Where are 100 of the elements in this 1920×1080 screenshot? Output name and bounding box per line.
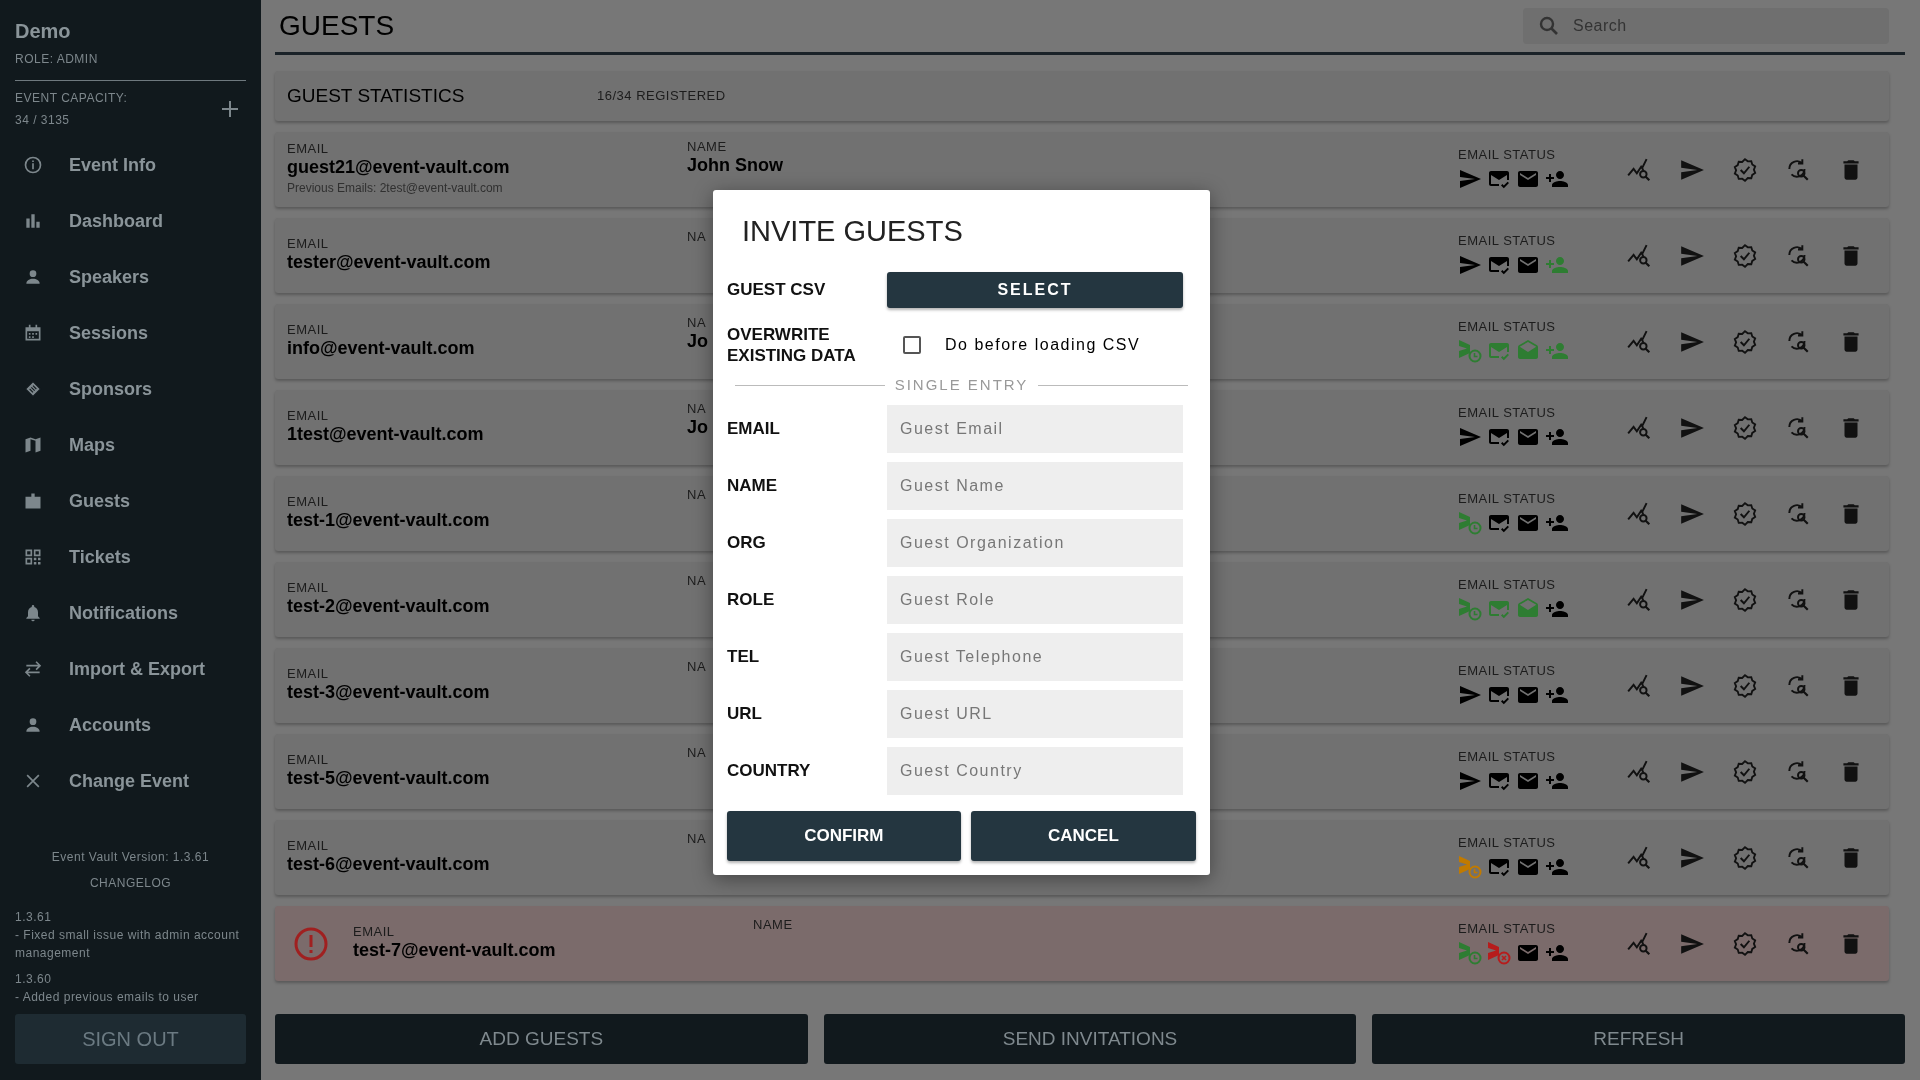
calendar-icon <box>23 323 43 343</box>
email-status-label: EMAIL STATUS <box>1458 922 1557 937</box>
role-text: ROLE: ADMIN <box>15 51 99 68</box>
analytics-search-icon <box>1625 844 1652 871</box>
sidebar-item[interactable]: Event Info <box>15 137 246 193</box>
verified-badge-icon <box>1731 414 1758 441</box>
verified-badge-icon <box>1731 242 1758 269</box>
guest-email: tester@event-vault.com <box>287 251 492 274</box>
field-label: TEL <box>727 645 761 668</box>
sidebar-item[interactable]: Guests <box>15 473 246 529</box>
analytics-search-icon <box>1625 586 1652 613</box>
guest-email: test-3@event-vault.com <box>287 681 491 704</box>
bell-icon <box>23 603 43 623</box>
sidebar-item[interactable]: Import & Export <box>15 641 246 697</box>
name-label: NA <box>687 488 707 503</box>
email-label: EMAIL <box>287 142 330 157</box>
input-field[interactable]: Guest URL <box>887 689 1183 738</box>
overwrite-checkbox[interactable] <box>903 335 921 354</box>
name-label: NAME <box>687 140 727 155</box>
capacity-value: 34 / 3135 <box>15 112 71 129</box>
sidebar-item[interactable]: Maps <box>15 417 246 473</box>
dialog-button[interactable]: CONFIRM <box>727 810 961 861</box>
field-label: EMAIL <box>727 417 781 440</box>
footer-button[interactable]: REFRESH <box>1372 1014 1905 1064</box>
email-label: EMAIL <box>287 237 330 252</box>
field-label: COUNTRY <box>727 759 812 782</box>
analytics-search-icon <box>1625 758 1652 785</box>
guest-email: test-5@event-vault.com <box>287 767 491 790</box>
analytics-search-icon <box>1625 930 1652 957</box>
person-icon <box>23 267 43 287</box>
field-label: NAME <box>727 474 779 497</box>
dialog-button[interactable]: CANCEL <box>970 810 1196 861</box>
email-label: EMAIL <box>287 581 330 596</box>
verified-badge-icon <box>1731 844 1758 871</box>
field-label: URL <box>727 702 763 725</box>
guest-name: John Snow <box>687 154 783 177</box>
footer-button[interactable]: ADD GUESTS <box>275 1014 808 1064</box>
analytics-search-icon <box>1625 500 1652 527</box>
sidebar-item[interactable]: Accounts <box>15 697 246 753</box>
version-text: Event Vault Version: 1.3.61 <box>50 849 211 866</box>
changelog-link[interactable]: CHANGELOG <box>89 876 172 890</box>
input-field[interactable]: Guest Email <box>887 404 1183 453</box>
email-status-label: EMAIL STATUS <box>1458 578 1557 593</box>
email-label: EMAIL <box>287 753 330 768</box>
sidebar-item[interactable]: Notifications <box>15 585 246 641</box>
analytics-search-icon <box>1625 242 1652 269</box>
guest-email: test-1@event-vault.com <box>287 509 491 532</box>
name-label: NA <box>687 746 707 761</box>
input-field[interactable]: Guest Role <box>887 575 1183 624</box>
overwrite-label: OVERWRITE EXISTING DATA <box>727 323 857 366</box>
verified-badge-icon <box>1731 156 1758 183</box>
sign-out-button[interactable]: SIGN OUT <box>15 1014 246 1064</box>
select-button[interactable]: SELECT <box>887 271 1183 308</box>
sidebar-item[interactable]: Sessions <box>15 305 246 361</box>
changelog-note: - Added previous emails to user <box>15 989 200 1006</box>
verified-badge-icon <box>1731 672 1758 699</box>
checkbox-label: Do before loading CSV <box>945 334 1141 355</box>
analytics-search-icon <box>1625 156 1652 183</box>
previous-emails: Previous Emails: 2test@event-vault.com <box>287 179 504 197</box>
info-icon <box>23 155 43 175</box>
name-label: NA <box>687 832 707 847</box>
verified-badge-icon <box>1731 500 1758 527</box>
guest-name: Jo <box>687 416 708 439</box>
sidebar-item[interactable]: Change Event <box>15 753 246 809</box>
email-label: EMAIL <box>287 495 330 510</box>
email-label: EMAIL <box>287 409 330 424</box>
verified-badge-icon <box>1731 586 1758 613</box>
bar-chart-icon <box>23 211 43 231</box>
error-icon <box>293 925 329 962</box>
email-label: EMAIL <box>353 925 396 940</box>
analytics-search-icon <box>1625 672 1652 699</box>
input-field[interactable]: Guest Telephone <box>887 632 1183 681</box>
input-field[interactable]: Guest Country <box>887 746 1183 795</box>
guest-name: Jo <box>687 330 708 353</box>
section-divider-label: SINGLE ENTRY <box>894 375 1029 395</box>
sidebar-item[interactable]: Dashboard <box>15 193 246 249</box>
input-field[interactable]: Guest Name <box>887 461 1183 510</box>
changelog-version: 1.3.61 <box>15 909 53 926</box>
guest-email: test-6@event-vault.com <box>287 853 491 876</box>
dialog-title: INVITE GUESTS <box>741 214 964 249</box>
name-label: NA <box>687 316 707 331</box>
email-status-label: EMAIL STATUS <box>1458 148 1557 163</box>
qr-code-icon <box>23 547 43 567</box>
changelog-note: - Fixed small issue with admin account management <box>15 927 241 962</box>
sidebar-item[interactable]: Speakers <box>15 249 246 305</box>
email-status-label: EMAIL STATUS <box>1458 836 1557 851</box>
sidebar-item[interactable]: Sponsors <box>15 361 246 417</box>
name-label: NA <box>687 574 707 589</box>
person-icon <box>23 715 43 735</box>
footer-button[interactable]: SEND INVITATIONS <box>823 1014 1357 1064</box>
email-status-label: EMAIL STATUS <box>1458 750 1557 765</box>
name-label: NA <box>687 660 707 675</box>
input-field[interactable]: Guest Organization <box>887 518 1183 567</box>
sidebar-item[interactable]: Tickets <box>15 529 246 585</box>
email-label: EMAIL <box>287 667 330 682</box>
guest-email: test-2@event-vault.com <box>287 595 491 618</box>
name-label: NAME <box>753 918 793 933</box>
page-title: GUESTS <box>278 12 395 40</box>
guest-email: test-7@event-vault.com <box>353 939 557 962</box>
changelog-version: 1.3.60 <box>15 971 53 988</box>
